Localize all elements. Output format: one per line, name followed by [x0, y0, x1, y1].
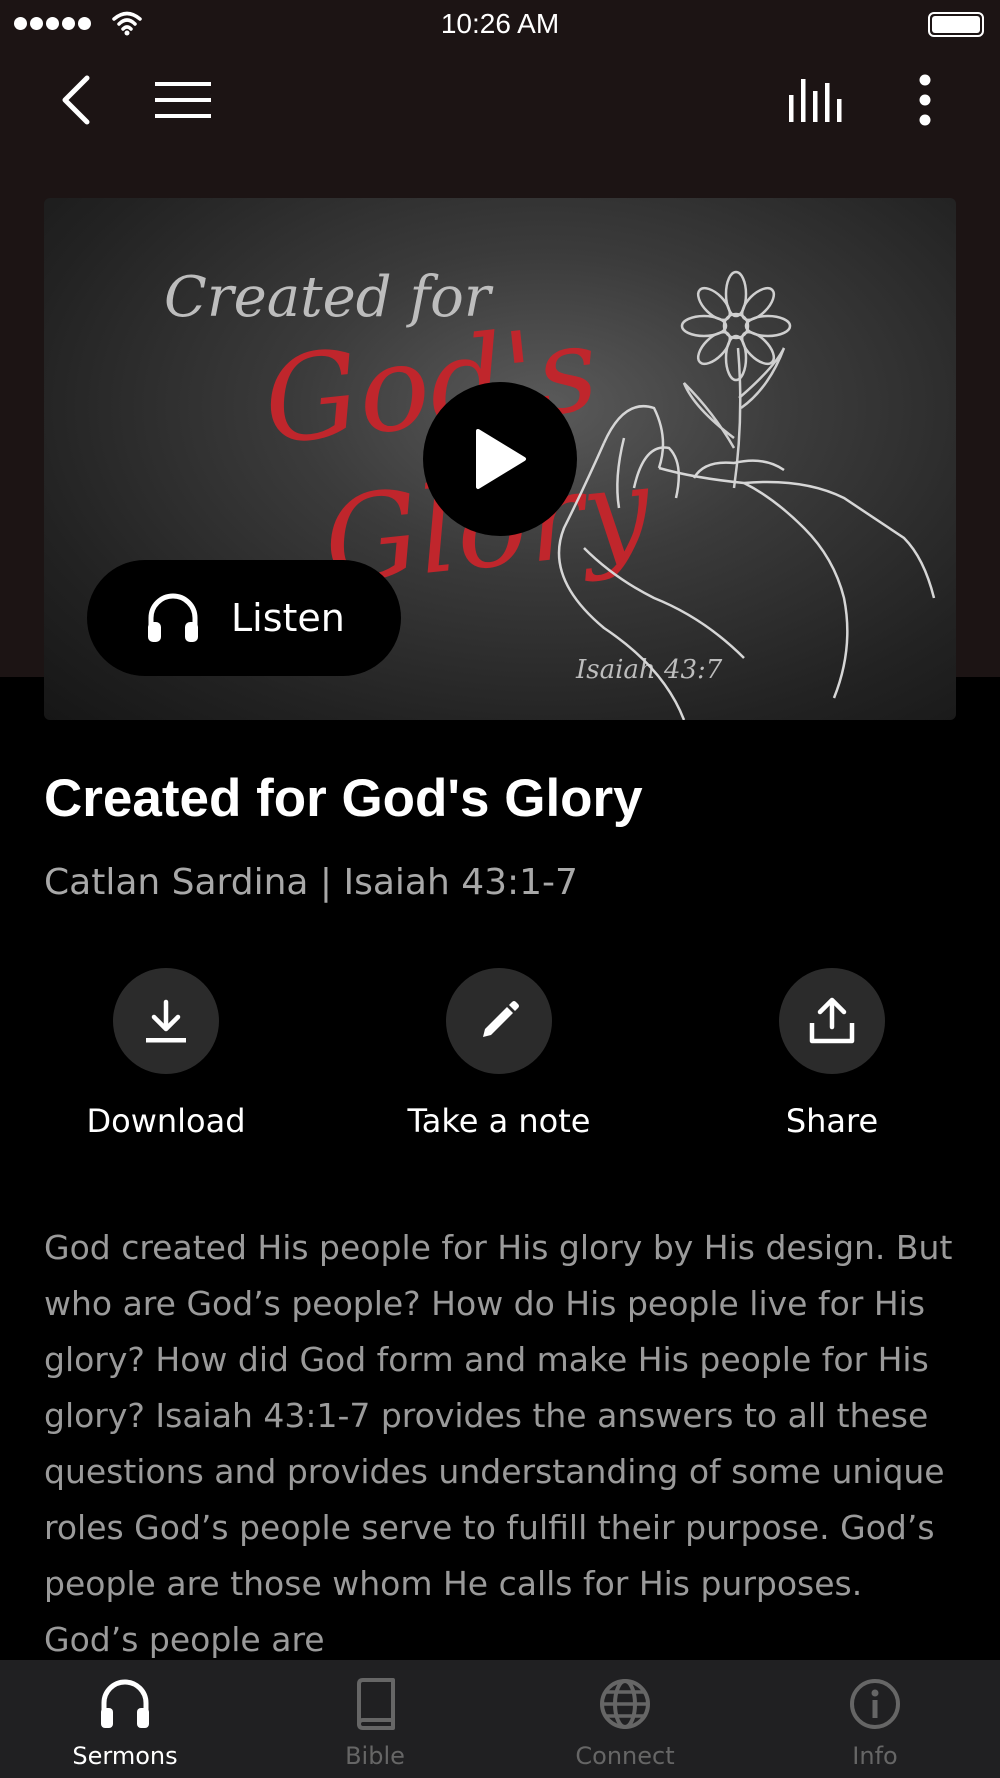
tab-bible[interactable]: Bible — [250, 1660, 500, 1778]
sermon-artwork: Created for God's Glory Isaiah 43:7 — [44, 198, 956, 720]
sermon-subtitle: Catlan Sardina | Isaiah 43:1-7 — [44, 862, 578, 903]
book-icon — [357, 1678, 395, 1730]
chevron-left-icon — [62, 75, 90, 125]
download-icon — [146, 999, 186, 1043]
download-button[interactable]: Download — [56, 968, 276, 1140]
share-button[interactable]: Share — [722, 968, 942, 1140]
battery-icon — [928, 12, 984, 37]
tab-bar: Sermons Bible Connect Info — [0, 1660, 1000, 1778]
play-button[interactable] — [423, 382, 577, 536]
listen-button[interactable]: Listen — [87, 560, 401, 676]
tab-sermons-label: Sermons — [72, 1742, 178, 1770]
globe-icon — [600, 1679, 650, 1729]
note-circle — [446, 968, 552, 1074]
sermon-description: God created His people for His glory by … — [44, 1228, 953, 1659]
tab-info[interactable]: Info — [750, 1660, 1000, 1778]
artwork-text-reference: Isaiah 43:7 — [575, 655, 723, 685]
download-circle — [113, 968, 219, 1074]
headphones-icon — [101, 1679, 149, 1728]
now-playing-button[interactable] — [782, 70, 852, 130]
back-button[interactable] — [50, 70, 100, 130]
headphones-icon — [148, 593, 198, 642]
flower-drawing — [680, 270, 792, 489]
share-circle — [779, 968, 885, 1074]
tab-info-label: Info — [852, 1742, 898, 1770]
play-icon — [476, 429, 526, 489]
more-vertical-icon — [919, 74, 931, 126]
status-time: 10:26 AM — [440, 8, 560, 39]
tab-connect-label: Connect — [575, 1742, 675, 1770]
status-bar: 10:26 AM — [0, 0, 1000, 50]
pencil-icon — [483, 1001, 519, 1037]
share-icon — [809, 997, 855, 1044]
take-a-note-button[interactable]: Take a note — [389, 968, 609, 1140]
listen-label: Listen — [231, 596, 345, 640]
download-label: Download — [86, 1102, 246, 1140]
menu-button[interactable] — [150, 70, 215, 130]
tab-bible-label: Bible — [345, 1742, 405, 1770]
info-icon — [850, 1679, 900, 1729]
more-options-button[interactable] — [900, 70, 950, 130]
hamburger-icon — [154, 82, 211, 118]
sermon-title: Created for God's Glory — [44, 769, 643, 828]
equalizer-icon — [789, 79, 842, 122]
take-a-note-label: Take a note — [407, 1102, 591, 1140]
share-label: Share — [785, 1102, 879, 1140]
tab-sermons[interactable]: Sermons — [0, 1660, 250, 1778]
tab-connect[interactable]: Connect — [500, 1660, 750, 1778]
